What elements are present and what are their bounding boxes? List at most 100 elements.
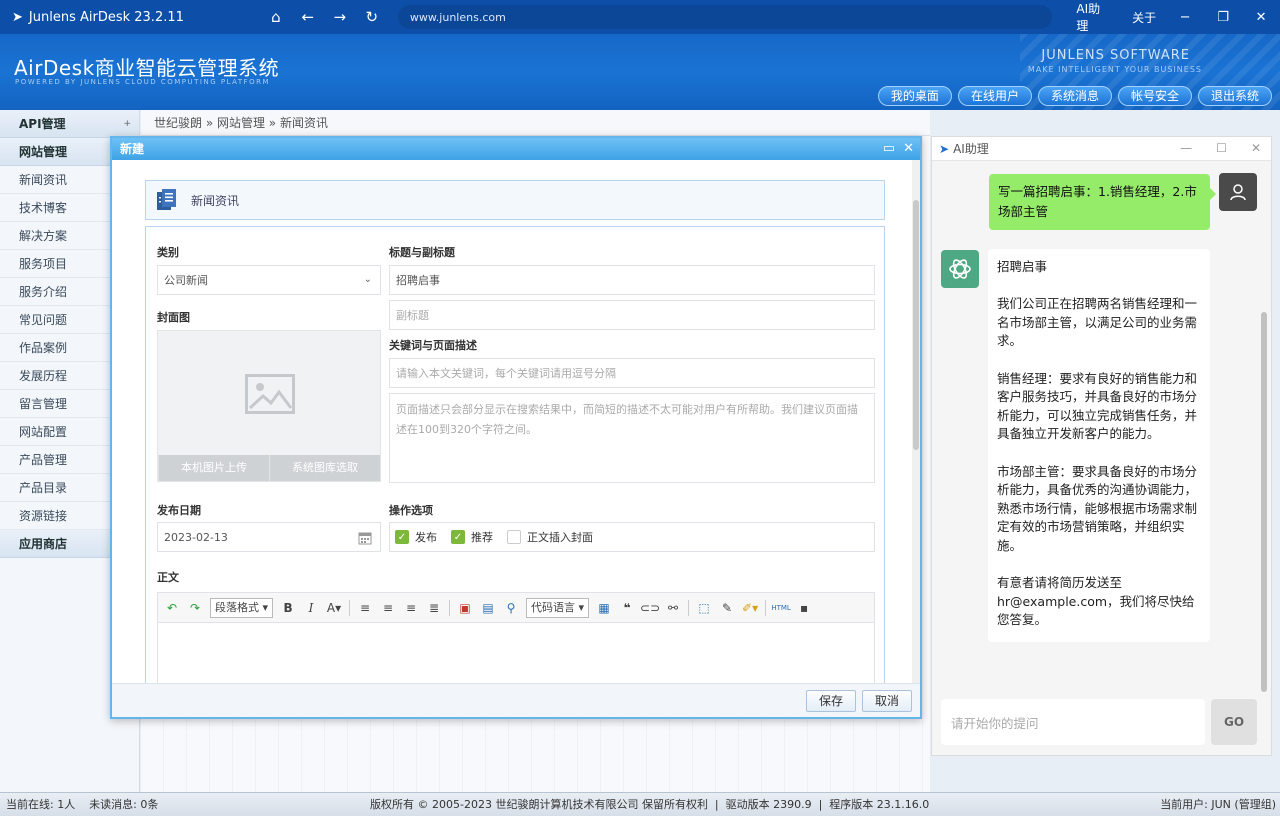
bold-icon[interactable]: B bbox=[280, 600, 296, 616]
dialog-title: 新建 bbox=[120, 142, 145, 156]
title-input[interactable]: 招聘启事 bbox=[389, 265, 875, 295]
dialog-maximize-icon[interactable]: ▭ bbox=[883, 138, 895, 160]
content-editor[interactable] bbox=[157, 622, 875, 685]
eraser-icon[interactable]: ✎ bbox=[719, 600, 735, 616]
system-subtitle: POWERED BY JUNLENS CLOUD COMPUTING PLATF… bbox=[15, 78, 271, 86]
keywords-input[interactable]: 请输入本文关键词，每个关键词请用逗号分隔 bbox=[389, 358, 875, 388]
paper-plane-icon: ➤ bbox=[939, 141, 950, 156]
options-label: 操作选项 bbox=[389, 504, 433, 517]
insert-media-icon[interactable]: ▤ bbox=[480, 600, 496, 616]
address-bar[interactable]: www.junlens.com bbox=[397, 5, 1053, 29]
ai-avatar bbox=[941, 250, 979, 288]
category-select[interactable]: 公司新闻 ⌄ bbox=[157, 265, 381, 295]
dialog-footer: 保存 取消 bbox=[112, 683, 920, 717]
upload-library-button[interactable]: 系统图库选取 bbox=[269, 455, 380, 481]
my-desktop-button[interactable]: 我的桌面 bbox=[877, 86, 952, 106]
titlebar-actions: AI助理 关于 − ❐ ✕ bbox=[1066, 0, 1280, 34]
align-left-icon[interactable]: ≡ bbox=[357, 600, 373, 616]
about-link[interactable]: 关于 bbox=[1122, 9, 1166, 26]
insert-image-icon[interactable]: ▣ bbox=[457, 600, 473, 616]
description-textarea[interactable]: 页面描述只会部分显示在搜索结果中，而简短的描述不太可能对用户有所帮助。我们建议页… bbox=[389, 393, 875, 483]
save-icon[interactable]: ▪ bbox=[796, 600, 812, 616]
sidebar-group-label: 网站管理 bbox=[19, 145, 68, 159]
account-security-button[interactable]: 帐号安全 bbox=[1117, 86, 1192, 106]
link-icon[interactable]: ⊂⊃ bbox=[640, 600, 660, 616]
attachment-icon[interactable]: ⚲ bbox=[503, 600, 519, 616]
toolbar-divider bbox=[688, 599, 690, 616]
ai-assistant-link[interactable]: AI助理 bbox=[1066, 0, 1122, 34]
ai-panel-scrollbar[interactable] bbox=[1261, 312, 1267, 692]
sidebar-group-label: 应用商店 bbox=[19, 537, 68, 551]
minimize-icon[interactable]: − bbox=[1166, 10, 1204, 25]
header-buttons: 我的桌面 在线用户 系统消息 帐号安全 退出系统 bbox=[877, 86, 1272, 106]
redo-icon[interactable]: ↷ bbox=[187, 600, 203, 616]
insert-cover-label: 正文插入封面 bbox=[527, 531, 593, 544]
expand-icon: + bbox=[123, 119, 131, 129]
body-label: 正文 bbox=[157, 571, 179, 584]
highlight-icon[interactable]: ✐▾ bbox=[742, 600, 758, 616]
cover-image-box[interactable]: 本机图片上传 系统图库选取 bbox=[157, 330, 381, 482]
toolbar-divider bbox=[449, 599, 451, 616]
ai-question-input[interactable]: 请开始你的提问 bbox=[941, 699, 1205, 745]
quote-icon[interactable]: ❝ bbox=[619, 600, 635, 616]
cover-label: 封面图 bbox=[157, 311, 190, 324]
select-all-icon[interactable]: ⬚ bbox=[696, 600, 712, 616]
save-button[interactable]: 保存 bbox=[806, 690, 857, 712]
subtitle-input[interactable]: 副标题 bbox=[389, 300, 875, 330]
publish-checkbox[interactable]: ✓ bbox=[395, 530, 409, 544]
logout-button[interactable]: 退出系统 bbox=[1197, 86, 1272, 106]
ai-panel-header: ➤ AI助理 — ☐ ✕ bbox=[932, 137, 1271, 161]
undo-icon[interactable]: ↶ bbox=[164, 600, 180, 616]
user-message-bubble: 写一篇招聘启事：1.销售经理，2.市场部主管 bbox=[989, 174, 1216, 230]
paragraph-format-select[interactable]: 段落格式 ▾ bbox=[210, 597, 274, 618]
status-copyright: 版权所有 © 2005-2023 世纪骏朗计算机技术有限公司 保留所有权利 | … bbox=[370, 798, 930, 811]
dialog-scrollbar[interactable] bbox=[912, 160, 920, 685]
table-icon[interactable]: ▦ bbox=[596, 600, 612, 616]
system-header: AirDesk商业智能云管理系统 POWERED BY JUNLENS CLOU… bbox=[0, 34, 1280, 110]
section-header: 新闻资讯 bbox=[145, 180, 885, 220]
ai-logo-icon bbox=[949, 259, 971, 279]
unlink-icon[interactable]: ⚯ bbox=[665, 600, 681, 616]
home-icon[interactable]: ⌂ bbox=[260, 8, 292, 26]
html-code-icon[interactable]: HTML bbox=[771, 600, 790, 616]
date-label: 发布日期 bbox=[157, 504, 201, 517]
dialog-close-icon[interactable]: ✕ bbox=[903, 138, 914, 160]
font-color-icon[interactable]: A▾ bbox=[326, 600, 342, 616]
category-label: 类别 bbox=[157, 246, 179, 259]
sidebar-group-label: API管理 bbox=[19, 117, 66, 131]
paragraph-format-value: 段落格式 bbox=[215, 600, 259, 614]
user-icon bbox=[1230, 184, 1246, 201]
close-icon[interactable]: ✕ bbox=[1251, 141, 1261, 155]
sidebar-group-api[interactable]: API管理 + bbox=[0, 110, 139, 138]
system-name: AirDesk商业智能云管理系统 bbox=[14, 56, 280, 80]
ai-panel-title: AI助理 bbox=[953, 142, 989, 156]
go-button[interactable]: GO bbox=[1211, 699, 1257, 745]
align-right-icon[interactable]: ≡ bbox=[403, 600, 419, 616]
close-icon[interactable]: ✕ bbox=[1242, 10, 1280, 25]
align-center-icon[interactable]: ≡ bbox=[380, 600, 396, 616]
browser-titlebar: ➤ Junlens AirDesk 23.2.11 ⌂ ← → ↻ www.ju… bbox=[0, 0, 1280, 34]
maximize-icon[interactable]: ❐ bbox=[1204, 10, 1242, 25]
recommend-checkbox[interactable]: ✓ bbox=[451, 530, 465, 544]
calendar-icon[interactable] bbox=[358, 531, 372, 545]
forward-icon[interactable]: → bbox=[324, 8, 356, 26]
online-users-button[interactable]: 在线用户 bbox=[957, 86, 1032, 106]
minimize-icon[interactable]: — bbox=[1180, 141, 1192, 155]
new-item-dialog: 新建 ▭ ✕ 新闻资讯 类别 公司新闻 ⌄ 标题与副标题 招聘启事 副标题 封面… bbox=[110, 136, 922, 719]
reload-icon[interactable]: ↻ bbox=[356, 8, 388, 26]
ai-panel-controls: — ☐ ✕ bbox=[1180, 141, 1261, 155]
ai-input-area: 请开始你的提问 GO bbox=[932, 695, 1271, 755]
system-messages-button[interactable]: 系统消息 bbox=[1037, 86, 1112, 106]
maximize-icon[interactable]: ☐ bbox=[1216, 141, 1227, 155]
italic-icon[interactable]: I bbox=[303, 600, 319, 616]
cancel-button[interactable]: 取消 bbox=[862, 690, 913, 712]
insert-cover-checkbox[interactable] bbox=[507, 530, 521, 544]
company-name: JUNLENS SOFTWARE bbox=[1041, 48, 1190, 63]
date-input[interactable]: 2023-02-13 bbox=[157, 522, 381, 552]
align-justify-icon[interactable]: ≣ bbox=[426, 600, 442, 616]
cover-upload-tabs: 本机图片上传 系统图库选取 bbox=[158, 455, 380, 481]
scrollbar-thumb[interactable] bbox=[913, 200, 919, 450]
upload-local-button[interactable]: 本机图片上传 bbox=[158, 455, 269, 481]
back-icon[interactable]: ← bbox=[292, 8, 324, 26]
code-language-select[interactable]: 代码语言 ▾ bbox=[526, 597, 590, 618]
